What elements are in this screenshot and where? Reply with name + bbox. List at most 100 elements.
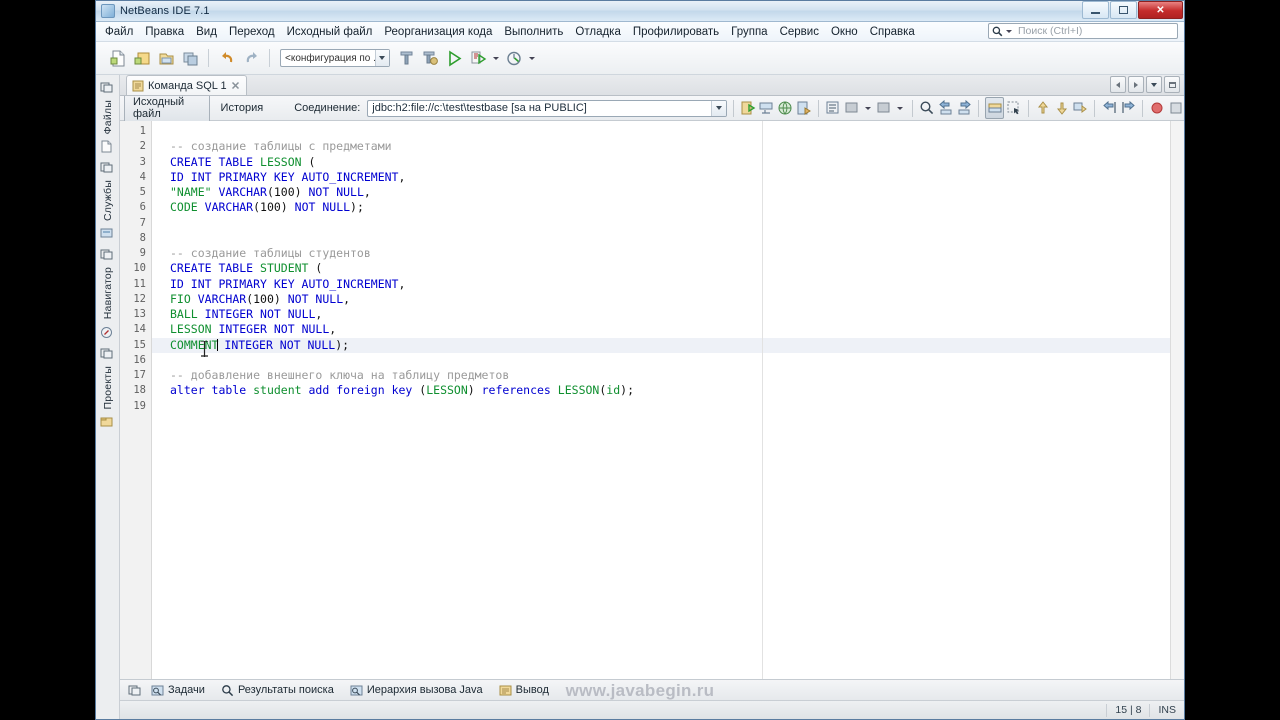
next-match-icon[interactable] <box>956 98 972 118</box>
copy-line-icon[interactable] <box>1072 98 1088 118</box>
chevron-down-icon[interactable] <box>374 50 389 66</box>
code-line[interactable] <box>152 216 1170 231</box>
code-line[interactable]: CREATE TABLE LESSON ( <box>152 155 1170 170</box>
open-project-icon[interactable] <box>154 46 178 70</box>
run-statement-icon[interactable] <box>759 98 775 118</box>
code-line[interactable]: COMMENT INTEGER NOT NULL); <box>152 337 1170 353</box>
scroll-left-icon[interactable] <box>1110 76 1126 93</box>
code-line[interactable]: -- создание таблицы студентов <box>152 246 1170 261</box>
profile-dropdown-icon[interactable] <box>529 56 535 60</box>
connection-chevron-down-icon[interactable] <box>711 100 727 116</box>
code-line[interactable]: LESSON INTEGER NOT NULL, <box>152 322 1170 337</box>
code-line[interactable]: ID INT PRIMARY KEY AUTO_INCREMENT, <box>152 277 1170 292</box>
code-line[interactable]: BALL INTEGER NOT NULL, <box>152 307 1170 322</box>
editor-scrollbar[interactable] <box>1170 121 1184 679</box>
redo-icon[interactable] <box>239 46 263 70</box>
sidebar-item-files[interactable]: Файлы <box>100 79 115 157</box>
shift-line-up-icon[interactable] <box>1035 98 1051 118</box>
stop-icon[interactable] <box>1168 98 1184 118</box>
menu-navigate[interactable]: Переход <box>223 25 281 39</box>
code-line[interactable] <box>152 231 1170 246</box>
comment-dropdown-icon[interactable] <box>864 106 871 110</box>
code-editor[interactable]: 1 2 3 4 5 6 7 8 9 10 11 12 13 14 15 16 17 18 19 -- создани… <box>120 121 1184 679</box>
build-project-icon[interactable] <box>394 46 418 70</box>
search-dropdown-icon[interactable] <box>1006 29 1012 33</box>
menu-help[interactable]: Справка <box>864 25 921 39</box>
menu-tools[interactable]: Сервис <box>774 25 825 39</box>
menu-run[interactable]: Выполнить <box>498 25 569 39</box>
clean-build-icon[interactable] <box>418 46 442 70</box>
code-line[interactable] <box>152 399 1170 414</box>
new-project-icon[interactable] <box>130 46 154 70</box>
uncomment-dropdown-icon[interactable] <box>897 106 904 110</box>
project-configuration-combo[interactable]: <конфигурация по ... <box>280 49 390 67</box>
bottom-tab-search-results[interactable]: Результаты поиска <box>215 684 340 697</box>
format-icon[interactable] <box>825 98 841 118</box>
uncomment-icon[interactable] <box>876 98 892 118</box>
maximize-window-icon[interactable] <box>1164 76 1180 93</box>
sql-history-icon[interactable] <box>796 98 812 118</box>
find-icon[interactable] <box>919 98 935 118</box>
scroll-right-icon[interactable] <box>1128 76 1144 93</box>
code-token: -- добавление внешнего ключа на таблицу … <box>170 368 510 382</box>
debug-project-icon[interactable] <box>466 46 490 70</box>
tab-list-icon[interactable] <box>1146 76 1162 93</box>
connection-combo[interactable]: jdbc:h2:file://c:\test\testbase [sa на P… <box>367 99 728 117</box>
save-all-icon[interactable] <box>178 46 202 70</box>
code-line[interactable]: FIO VARCHAR(100) NOT NULL, <box>152 292 1170 307</box>
dock-icon[interactable] <box>128 684 141 697</box>
previous-match-icon[interactable] <box>938 98 954 118</box>
menu-profile[interactable]: Профилировать <box>627 25 725 39</box>
code-line[interactable]: CODE VARCHAR(100) NOT NULL); <box>152 200 1170 215</box>
close-button[interactable]: ✕ <box>1138 1 1183 19</box>
menu-view[interactable]: Вид <box>190 25 223 39</box>
sidebar-item-projects[interactable]: Проекты <box>100 345 115 433</box>
connection-value: jdbc:h2:file://c:\test\testbase [sa на P… <box>372 102 587 114</box>
run-sql-icon[interactable] <box>740 98 756 118</box>
code-line[interactable]: ID INT PRIMARY KEY AUTO_INCREMENT, <box>152 170 1170 185</box>
bottom-tab-tasks[interactable]: Задачи <box>145 684 211 697</box>
code-line[interactable] <box>152 124 1170 139</box>
rect-select-icon[interactable] <box>1006 98 1022 118</box>
menu-source[interactable]: Исходный файл <box>281 25 379 39</box>
menu-edit[interactable]: Правка <box>139 25 190 39</box>
menu-file[interactable]: Файл <box>99 25 139 39</box>
run-on-connection-icon[interactable] <box>777 98 793 118</box>
code-line[interactable]: -- создание таблицы с предметами <box>152 139 1170 154</box>
code-token: VARCHAR <box>204 200 254 215</box>
shift-line-down-icon[interactable] <box>1054 98 1070 118</box>
move-right-icon[interactable] <box>1120 98 1136 118</box>
undo-icon[interactable] <box>215 46 239 70</box>
view-source-button[interactable]: Исходный файл <box>124 93 210 123</box>
search-input[interactable]: Поиск (Ctrl+I) <box>988 23 1178 39</box>
sidebar-item-navigator[interactable]: Навигатор <box>100 246 115 342</box>
profile-project-icon[interactable] <box>502 46 526 70</box>
bottom-tab-call-hierarchy[interactable]: Иерархия вызова Java <box>344 684 489 697</box>
menu-window[interactable]: Окно <box>825 25 864 39</box>
code-line[interactable]: "NAME" VARCHAR(100) NOT NULL, <box>152 185 1170 200</box>
tab-sql-command-1[interactable]: Команда SQL 1 <box>126 75 247 95</box>
toggle-rect-select-icon[interactable] <box>985 97 1004 119</box>
output-icon <box>499 684 512 697</box>
debug-dropdown-icon[interactable] <box>493 56 499 60</box>
menu-refactor[interactable]: Реорганизация кода <box>378 25 498 39</box>
bottom-tab-output[interactable]: Вывод <box>493 684 555 697</box>
code-line[interactable] <box>152 353 1170 368</box>
code-line[interactable]: CREATE TABLE STUDENT ( <box>152 261 1170 276</box>
code-text[interactable]: -- создание таблицы с предметами CREATE T… <box>152 121 1170 679</box>
close-icon[interactable] <box>231 81 240 90</box>
minimize-button[interactable] <box>1082 1 1109 19</box>
maximize-button[interactable] <box>1110 1 1137 19</box>
view-history-button[interactable]: История <box>212 99 273 117</box>
run-project-icon[interactable] <box>442 46 466 70</box>
code-line[interactable]: -- добавление внешнего ключа на таблицу … <box>152 368 1170 383</box>
toggle-bookmark-icon[interactable] <box>1149 98 1165 118</box>
watermark: www.javabegin.ru <box>565 681 715 700</box>
code-line[interactable]: alter table student add foreign key (LES… <box>152 383 1170 398</box>
menu-team[interactable]: Группа <box>725 25 773 39</box>
sidebar-item-services[interactable]: Службы <box>100 159 115 244</box>
comment-icon[interactable] <box>843 98 859 118</box>
menu-debug[interactable]: Отладка <box>569 25 626 39</box>
new-file-icon[interactable] <box>106 46 130 70</box>
move-left-icon[interactable] <box>1101 98 1117 118</box>
